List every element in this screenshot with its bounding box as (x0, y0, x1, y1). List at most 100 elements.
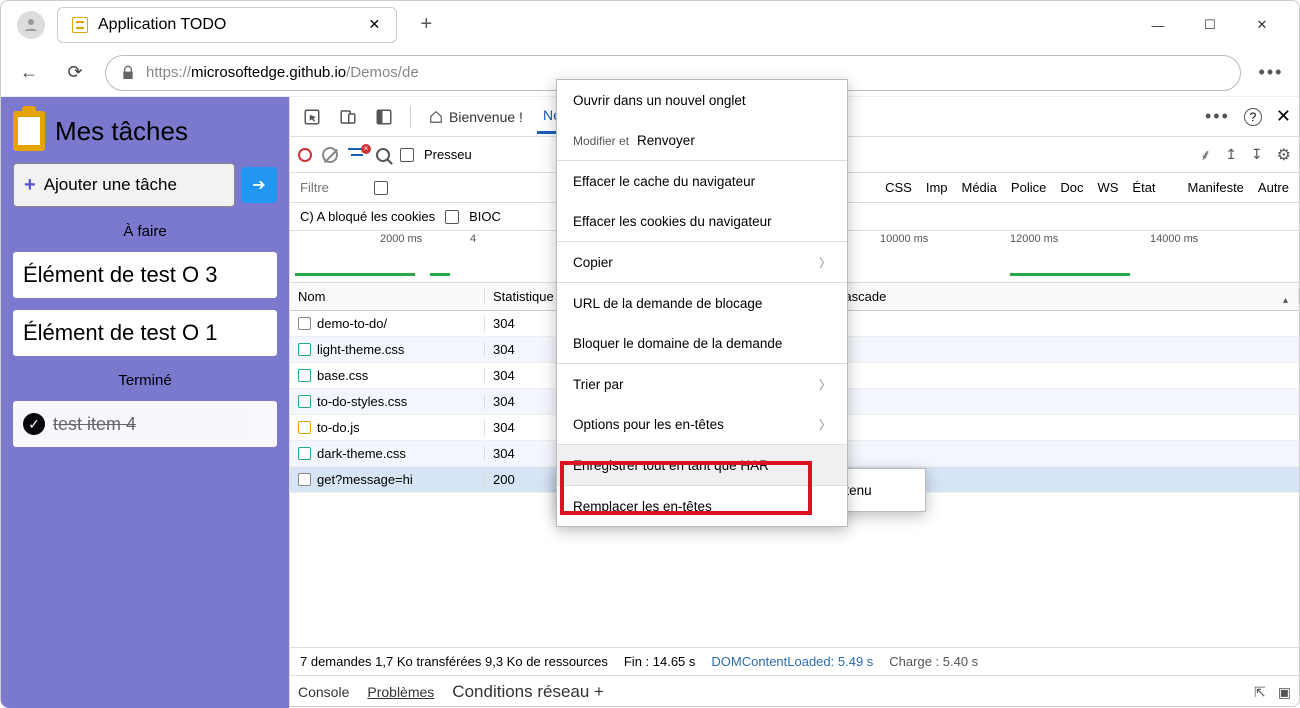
col-header-waterfall[interactable]: Cascade▴ (827, 289, 1299, 304)
task-item-done[interactable]: ✓ test item 4 (13, 401, 277, 447)
record-button[interactable] (298, 148, 312, 162)
preserve-log-label: Presseu (424, 147, 472, 162)
file-icon (298, 317, 311, 330)
timeline-tick: 4 (470, 233, 476, 245)
status-summary: 7 demandes 1,7 Ko transférées 9,3 Ko de … (300, 654, 608, 669)
col-header-name[interactable]: Nom (290, 289, 485, 304)
drawer-console-tab[interactable]: Console (298, 684, 349, 700)
wifi-icon[interactable]: ⸙ (1200, 145, 1211, 165)
filter-toggle-icon[interactable]: × (348, 148, 366, 162)
timeline-bar (430, 273, 450, 276)
ctx-clear-cookies[interactable]: Effacer les cookies du navigateur (557, 201, 847, 241)
page-favicon (72, 17, 88, 33)
upload-har-icon[interactable]: ↥ (1225, 146, 1237, 163)
file-icon (298, 473, 311, 486)
file-icon (298, 421, 311, 434)
task-item[interactable]: Élément de test O 1 (13, 310, 277, 356)
bloc-checkbox[interactable] (445, 210, 459, 224)
plus-icon: + (24, 174, 36, 197)
ctx-override-headers[interactable]: Remplacer les en-têtes (557, 486, 847, 526)
type-pill[interactable]: Police (1011, 180, 1046, 195)
lock-icon (120, 65, 136, 81)
help-icon[interactable]: ? (1244, 108, 1262, 126)
file-icon (298, 395, 311, 408)
file-icon (298, 447, 311, 460)
status-finish: Fin : 14.65 s (624, 654, 696, 669)
check-icon: ✓ (23, 413, 45, 435)
task-item[interactable]: Élément de test O 3 (13, 252, 277, 298)
drawer-expand-icon[interactable]: ⇱ (1254, 684, 1266, 701)
type-pill[interactable]: Imp (926, 180, 948, 195)
section-done-label: Terminé (13, 372, 277, 389)
type-pill[interactable]: Manifeste (1188, 180, 1244, 195)
type-pill[interactable]: Autre (1258, 180, 1289, 195)
nav-refresh-button[interactable]: ⟳ (59, 57, 91, 89)
window-titlebar: Application TODO ✕ + — ☐ ✕ (1, 1, 1299, 49)
inspect-icon[interactable] (298, 103, 326, 131)
settings-icon[interactable]: ⚙ (1277, 145, 1291, 165)
timeline-tick: 12000 ms (1010, 233, 1058, 245)
ctx-header-options[interactable]: Options pour les en-têtes〉 (557, 404, 847, 444)
devtools-more-icon[interactable]: ••• (1205, 106, 1230, 127)
timeline-tick: 2000 ms (380, 233, 422, 245)
tab-title: Application TODO (98, 16, 226, 34)
devtools-tab-welcome[interactable]: Bienvenue ! (423, 101, 529, 133)
browser-tab[interactable]: Application TODO ✕ (57, 7, 397, 43)
bloc-label: BIOC (469, 209, 501, 224)
col-header-status[interactable]: Statistique (485, 289, 557, 304)
ctx-sort-by[interactable]: Trier par〉 (557, 364, 847, 404)
timeline-bar (295, 273, 415, 276)
add-task-placeholder: Ajouter une tâche (44, 175, 177, 195)
devtools-drawer: Console Problèmes Conditions réseau + ⇱ … (290, 676, 1299, 708)
clear-button[interactable] (322, 147, 338, 163)
ctx-edit-resend[interactable]: Modifier etRenvoyer (557, 120, 847, 160)
drawer-network-conditions-tab[interactable]: Conditions réseau + (452, 682, 604, 702)
context-menu: Ouvrir dans un nouvel onglet Modifier et… (556, 79, 848, 527)
window-minimize[interactable]: — (1143, 10, 1173, 40)
window-close[interactable]: ✕ (1247, 10, 1277, 40)
status-domcontentloaded: DOMContentLoaded: 5.49 s (711, 654, 873, 669)
chevron-right-icon: 〉 (819, 416, 831, 433)
type-pill[interactable]: Média (962, 180, 997, 195)
ctx-save-har[interactable]: Enregistrer tout en tant que HAR (557, 445, 847, 485)
file-icon (298, 369, 311, 382)
invert-checkbox[interactable] (374, 181, 388, 195)
window-maximize[interactable]: ☐ (1195, 10, 1225, 40)
preserve-log-checkbox[interactable] (400, 148, 414, 162)
app-title: Mes tâches (55, 116, 188, 147)
url-text: https://microsoftedge.github.io/Demos/de (146, 64, 419, 81)
type-pill[interactable]: WS (1097, 180, 1118, 195)
status-load: Charge : 5.40 s (889, 654, 978, 669)
file-icon (298, 343, 311, 356)
profile-avatar[interactable] (17, 11, 45, 39)
timeline-tick: 10000 ms (880, 233, 928, 245)
type-pill[interactable]: État (1132, 180, 1155, 195)
tab-close-button[interactable]: ✕ (366, 17, 382, 33)
search-icon[interactable] (376, 148, 390, 162)
timeline-tick: 14000 ms (1150, 233, 1198, 245)
dock-icon[interactable] (370, 103, 398, 131)
filter-input[interactable] (300, 180, 360, 195)
clipboard-icon (13, 111, 45, 151)
add-task-submit[interactable]: ➔ (241, 167, 277, 203)
type-filter-pills: CSS Imp Média Police Doc WS État Manifes… (885, 180, 1289, 195)
type-pill[interactable]: Doc (1060, 180, 1083, 195)
ctx-copy[interactable]: Copier〉 (557, 242, 847, 282)
device-toggle-icon[interactable] (334, 103, 362, 131)
ctx-block-url[interactable]: URL de la demande de blocage (557, 283, 847, 323)
drawer-problems-tab[interactable]: Problèmes (367, 684, 434, 700)
blocked-cookies-option[interactable]: C) A bloqué les cookies (300, 209, 435, 224)
browser-menu-button[interactable]: ••• (1255, 57, 1287, 89)
download-har-icon[interactable]: ↧ (1251, 146, 1263, 163)
new-tab-button[interactable]: + (411, 10, 441, 40)
ctx-open-new-tab[interactable]: Ouvrir dans un nouvel onglet (557, 80, 847, 120)
nav-back-button[interactable]: ← (13, 57, 45, 89)
timeline-bar (1010, 273, 1130, 276)
devtools-close-button[interactable]: ✕ (1276, 106, 1291, 127)
add-task-input[interactable]: + Ajouter une tâche (13, 163, 235, 207)
ctx-clear-cache[interactable]: Effacer le cache du navigateur (557, 161, 847, 201)
ctx-block-domain[interactable]: Bloquer le domaine de la demande (557, 323, 847, 363)
drawer-dock-icon[interactable]: ▣ (1278, 684, 1291, 701)
type-pill[interactable]: CSS (885, 180, 912, 195)
chevron-right-icon: 〉 (819, 254, 831, 271)
